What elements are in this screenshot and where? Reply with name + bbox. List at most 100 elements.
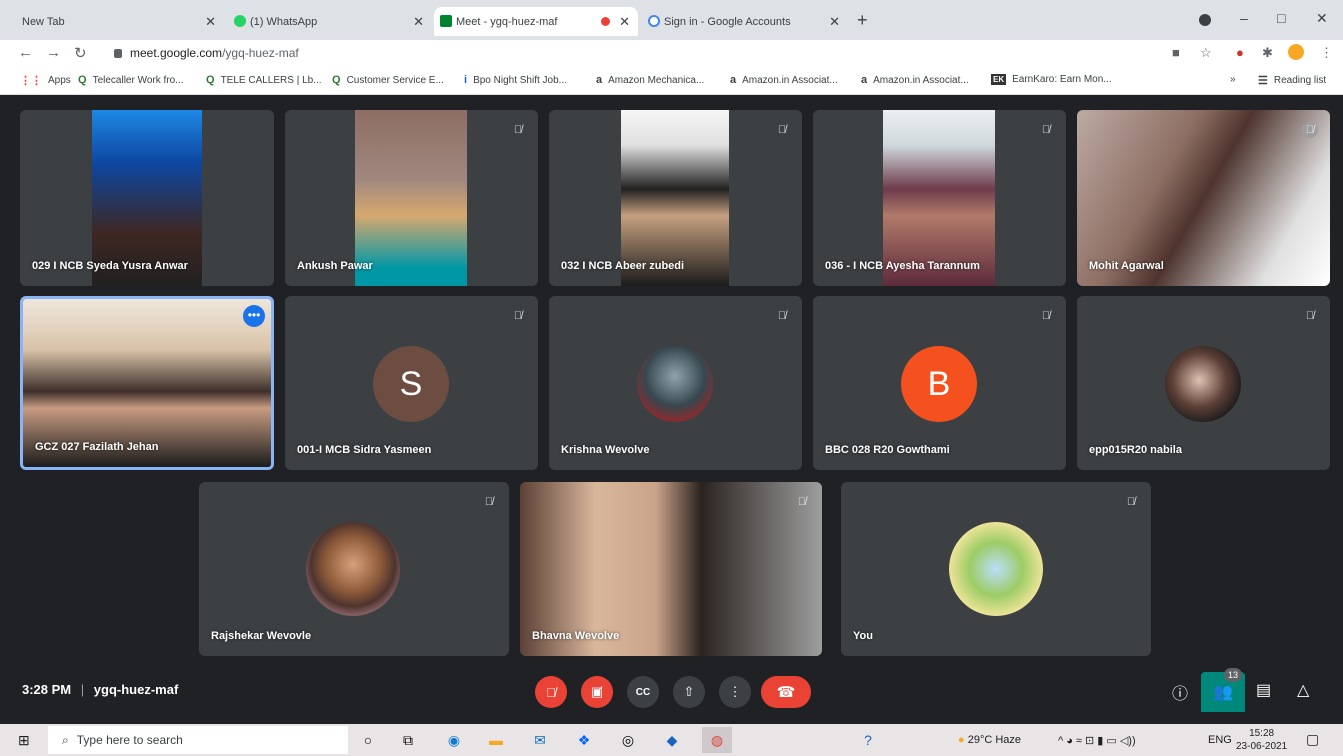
more-bookmarks-button[interactable]: » <box>1230 74 1236 85</box>
participant-name: You <box>853 630 873 642</box>
cortana-icon[interactable]: ○ <box>358 730 378 750</box>
camera-off-icon: ▣̸ <box>590 684 604 699</box>
dropbox-icon[interactable]: ❖ <box>574 730 594 750</box>
search-placeholder: Type here to search <box>76 733 183 747</box>
close-tab-icon[interactable]: ✕ <box>619 14 630 30</box>
mic-off-icon: 🎙̸ <box>1305 310 1315 322</box>
browser-tab-strip: New Tab ✕ (1) WhatsApp ✕ Meet - ygq-huez… <box>0 0 1343 40</box>
url-path: /ygq-huez-maf <box>222 46 299 60</box>
participant-name: Krishna Wevolve <box>561 444 650 456</box>
participant-tile[interactable]: 🎙̸ 032 I NCB Abeer zubedi <box>549 110 802 286</box>
microphone-toggle-button[interactable]: 🎙̸ <box>535 676 567 708</box>
windows-start-icon[interactable]: ⊞ <box>18 732 30 749</box>
back-icon[interactable]: ← <box>18 44 33 61</box>
reading-list-button[interactable]: ☰ Reading list <box>1258 74 1326 87</box>
close-tab-icon[interactable]: ✕ <box>413 14 424 30</box>
people-count-badge: 13 <box>1224 668 1242 682</box>
avatar: S <box>373 346 449 422</box>
mic-off-icon: 🎙̸ <box>1041 310 1051 322</box>
bookmark-item[interactable]: Q Telecaller Work fro... <box>78 74 184 86</box>
bookmark-item[interactable]: a Amazon.in Associat... <box>730 74 838 86</box>
chrome-icon[interactable]: ◍ <box>702 727 732 753</box>
chat-icon[interactable]: ▤ <box>1256 680 1271 700</box>
bookmark-label: Apps <box>48 75 71 86</box>
participant-name: GCZ 027 Fazilath Jehan <box>35 441 159 453</box>
participant-tile-pinned[interactable]: ••• GCZ 027 Fazilath Jehan <box>20 296 274 470</box>
mic-off-icon: 🎙̸ <box>513 310 523 322</box>
bookmark-apps[interactable]: ⋮⋮ Apps <box>20 74 71 87</box>
recording-icon <box>601 17 610 26</box>
participant-tile[interactable]: 029 I NCB Syeda Yusra Anwar <box>20 110 274 286</box>
tab-title: Meet - ygq-huez-maf <box>456 15 558 28</box>
notification-icon[interactable]: ▢ <box>1306 731 1319 748</box>
bookmark-item[interactable]: Q Customer Service E... <box>332 74 444 86</box>
file-explorer-icon[interactable]: ▬ <box>486 730 506 750</box>
more-options-icon[interactable]: ••• <box>243 305 265 327</box>
info-icon[interactable]: ⓘ <box>1172 680 1188 704</box>
weather-widget[interactable]: ● 29°C Haze <box>958 734 1021 746</box>
language-indicator[interactable]: ENG <box>1208 734 1232 746</box>
whatsapp-icon <box>234 15 246 27</box>
task-view-icon[interactable]: ⧉ <box>398 730 418 750</box>
bookmark-star-icon[interactable]: ☆ <box>1200 45 1212 61</box>
help-icon[interactable]: ? <box>858 730 878 750</box>
amazon-icon: a <box>596 74 603 86</box>
edge-icon[interactable]: ◉ <box>444 730 464 750</box>
participant-tile[interactable]: S 🎙̸ 001-I MCB Sidra Yasmeen <box>285 296 538 470</box>
bookmark-item[interactable]: Q TELE CALLERS | Lb... <box>206 74 322 86</box>
tab-meet[interactable]: Meet - ygq-huez-maf ✕ <box>434 7 638 36</box>
forward-icon[interactable]: → <box>46 44 61 61</box>
bookmark-label: Amazon.in Associat... <box>742 74 838 86</box>
extension-icon[interactable]: ● <box>1236 45 1244 60</box>
close-tab-icon[interactable]: ✕ <box>829 14 840 30</box>
minimize-icon[interactable]: – <box>1240 10 1248 26</box>
tab-new-tab[interactable]: New Tab ✕ <box>8 7 224 36</box>
activities-icon[interactable]: △ <box>1297 680 1309 700</box>
app-icon[interactable]: ◎ <box>618 730 638 750</box>
more-vertical-icon: ⋮ <box>728 684 742 699</box>
url-host: meet.google.com <box>130 46 223 60</box>
participant-tile[interactable]: 🎙̸ 036 - I NCB Ayesha Tarannum <box>813 110 1066 286</box>
participant-tile[interactable]: 🎙̸ Rajshekar Wevovle <box>199 482 509 656</box>
participant-tile[interactable]: 🎙̸ Mohit Agarwal <box>1077 110 1330 286</box>
maximize-icon[interactable]: □ <box>1277 10 1285 26</box>
bookmark-label: TELE CALLERS | Lb... <box>220 74 322 86</box>
participant-tile[interactable]: 🎙̸ Krishna Wevolve <box>549 296 802 470</box>
taskbar-search-box[interactable]: ⌕ Type here to search <box>48 726 348 754</box>
camera-toggle-button[interactable]: ▣̸ <box>581 676 613 708</box>
meet-icon <box>440 15 452 27</box>
more-options-button[interactable]: ⋮ <box>719 676 751 708</box>
system-tray-icons[interactable]: ^ ◕ ≈ ⊡ ▮ ▭ ◁)) <box>1058 734 1136 747</box>
address-bar[interactable]: meet.google.com/ygq-huez-maf <box>100 42 1160 64</box>
participant-tile[interactable]: 🎙̸ Bhavna Wevolve <box>520 482 822 656</box>
mail-icon[interactable]: ✉ <box>530 730 550 750</box>
captions-button[interactable]: CC <box>627 676 659 708</box>
present-button[interactable]: ⇧ <box>673 676 705 708</box>
clock[interactable]: 15:28 23-06-2021 <box>1236 727 1287 753</box>
tab-google-sign-in[interactable]: Sign in - Google Accounts ✕ <box>642 7 848 36</box>
bookmark-label: Telecaller Work fro... <box>92 74 184 86</box>
mic-off-icon: 🎙̸ <box>1041 124 1051 136</box>
bookmark-item[interactable]: a Amazon.in Associat... <box>861 74 969 86</box>
avatar <box>949 522 1043 616</box>
new-tab-button[interactable]: + <box>857 10 868 31</box>
profile-icon[interactable] <box>1199 14 1211 26</box>
tab-whatsapp[interactable]: (1) WhatsApp ✕ <box>228 7 432 36</box>
camera-icon[interactable]: ■ <box>1172 45 1180 60</box>
menu-icon[interactable]: ⋮ <box>1320 45 1333 61</box>
participant-tile[interactable]: B 🎙̸ BBC 028 R20 Gowthami <box>813 296 1066 470</box>
participant-tile[interactable]: 🎙̸ epp015R20 nabila <box>1077 296 1330 470</box>
reload-icon[interactable]: ↻ <box>74 44 87 62</box>
close-window-icon[interactable]: ✕ <box>1316 10 1328 27</box>
bookmark-item[interactable]: EK EarnKaro: Earn Mon... <box>991 74 1112 85</box>
leave-call-button[interactable]: ☎ <box>761 676 811 708</box>
bookmark-item[interactable]: i Bpo Night Shift Job... <box>464 74 567 86</box>
avatar[interactable] <box>1288 44 1304 60</box>
participant-tile-self[interactable]: 🎙̸ You <box>841 482 1151 656</box>
participant-tile[interactable]: 🎙̸ Ankush Pawar <box>285 110 538 286</box>
bookmark-item[interactable]: a Amazon Mechanica... <box>596 74 704 86</box>
extensions-puzzle-icon[interactable]: ✱ <box>1262 45 1273 61</box>
close-tab-icon[interactable]: ✕ <box>205 14 216 30</box>
app-icon[interactable]: ◆ <box>662 730 682 750</box>
mic-off-icon: 🎙̸ <box>546 684 556 700</box>
